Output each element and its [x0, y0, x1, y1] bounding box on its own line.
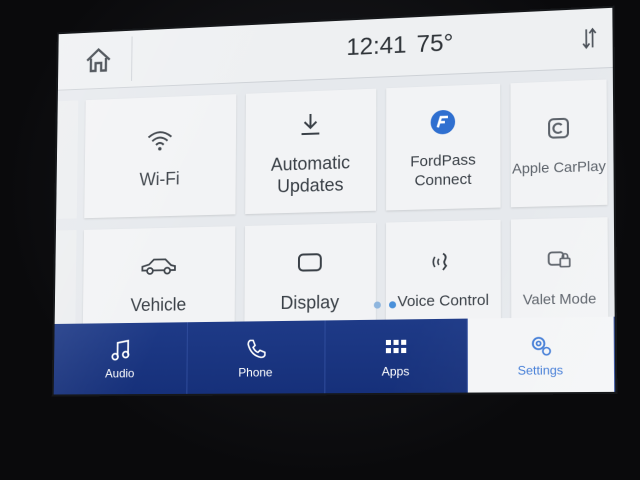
settings-gear-icon: [528, 333, 553, 358]
nav-label: Settings: [517, 362, 564, 378]
tile-label: Automatic Updates: [270, 152, 351, 197]
nav-settings[interactable]: Settings: [467, 316, 616, 393]
tile-display[interactable]: Display: [244, 222, 376, 336]
carplay-icon: [547, 117, 570, 140]
apps-grid-icon: [385, 339, 406, 354]
previous-page-edge: [56, 100, 79, 219]
nav-phone[interactable]: Phone: [187, 320, 326, 394]
music-note-icon: [109, 338, 130, 362]
page-indicator: [373, 301, 397, 309]
tile-apple-carplay[interactable]: Apple CarPlay: [510, 79, 608, 208]
sort-arrows-icon: [581, 27, 598, 50]
infotainment-screen: 12:41 75° Wi-Fi Automatic Updates FordPa…: [53, 7, 616, 395]
tile-fordpass-connect[interactable]: FordPass Connect: [386, 83, 501, 211]
nav-apps[interactable]: Apps: [325, 318, 468, 394]
download-icon: [298, 111, 324, 138]
tile-valet-mode[interactable]: Valet Mode: [510, 217, 609, 333]
tile-voice-control[interactable]: Voice Control: [385, 219, 501, 334]
home-button[interactable]: [65, 36, 133, 84]
clock: 12:41: [346, 31, 407, 62]
nav-audio[interactable]: Audio: [53, 322, 188, 395]
outside-temperature: 75°: [416, 29, 454, 59]
voice-control-icon: [430, 248, 457, 275]
nav-label: Apps: [381, 364, 410, 379]
bottom-nav-bar: Audio Phone Apps Settings: [53, 316, 616, 395]
tile-vehicle[interactable]: Vehicle: [82, 226, 236, 338]
phone-icon: [245, 337, 267, 359]
display-icon: [298, 253, 322, 272]
tile-label: Display: [280, 292, 340, 314]
valet-mode-icon: [547, 248, 572, 271]
nav-label: Phone: [238, 365, 273, 380]
tile-automatic-updates[interactable]: Automatic Updates: [245, 88, 377, 215]
home-icon: [84, 46, 112, 74]
tile-wifi[interactable]: Wi-Fi: [84, 94, 237, 219]
tile-label: Vehicle: [130, 294, 187, 316]
wifi-icon: [146, 128, 175, 151]
fordpass-icon: [430, 109, 456, 135]
tile-label: Valet Mode: [522, 289, 597, 308]
previous-page-edge: [54, 230, 77, 338]
car-icon: [139, 254, 178, 276]
nav-label: Audio: [105, 366, 135, 381]
sort-button[interactable]: [577, 25, 602, 53]
tile-label: Apple CarPlay: [512, 157, 606, 177]
page-dot-active[interactable]: [388, 301, 397, 309]
tile-label: FordPass Connect: [410, 151, 476, 190]
tile-label: Wi-Fi: [139, 168, 180, 190]
tile-label: Voice Control: [397, 291, 490, 310]
page-dot[interactable]: [373, 301, 381, 309]
